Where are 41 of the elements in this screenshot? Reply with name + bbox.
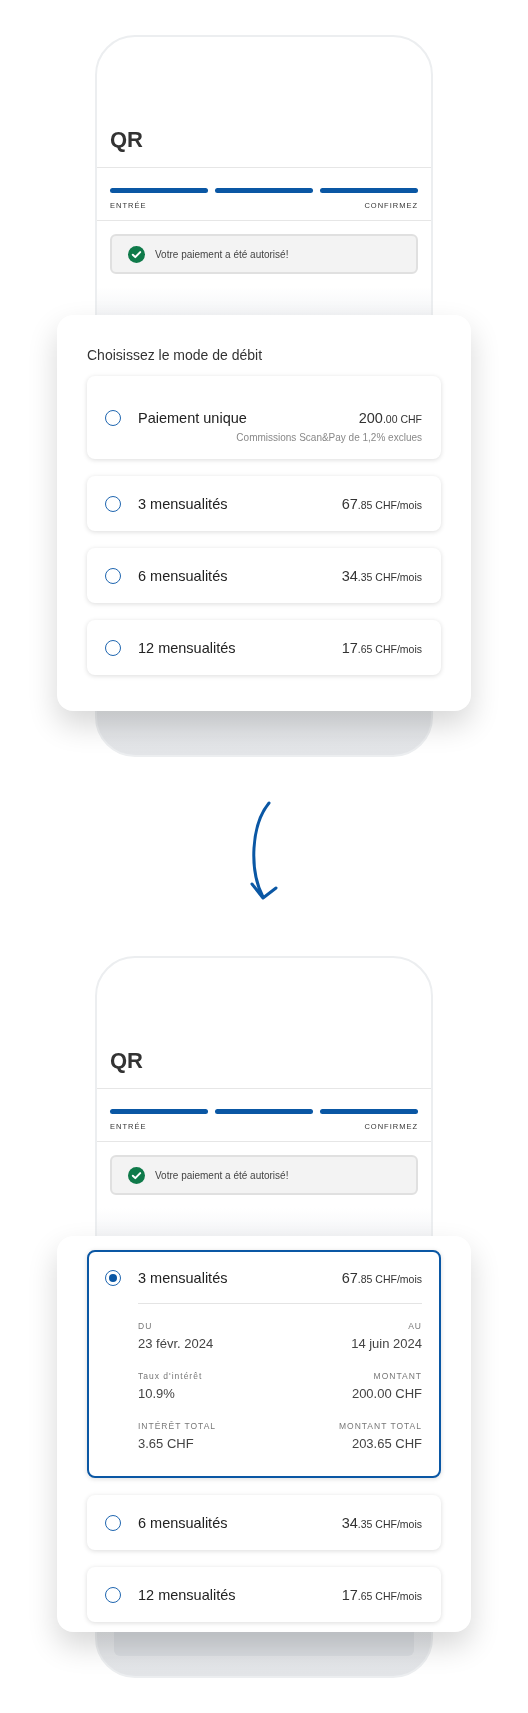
screen-title: QR — [109, 126, 144, 154]
detail-label: MONTANT TOTAL — [337, 1421, 422, 1431]
check-icon — [128, 245, 145, 263]
option-label: 6 mensualités — [138, 1514, 229, 1531]
option-label: 6 mensualités — [138, 567, 229, 584]
option-card[interactable]: 6 mensualités 34.35 CHF/mois — [87, 1495, 441, 1550]
option-amount: 67.85 CHF/mois — [341, 1269, 422, 1286]
detail-label: AU — [407, 1321, 422, 1331]
alert-text: Votre paiement a été autorisé! — [155, 248, 289, 260]
check-icon — [128, 1166, 145, 1184]
option-label: 12 mensualités — [138, 639, 237, 656]
detail-label: MONTANT — [372, 1371, 422, 1381]
detail-label: INTÉRÊT TOTAL — [138, 1421, 218, 1431]
option-amount: 67.85 CHF/mois — [341, 495, 422, 512]
option-amount: 200.00 CHF — [358, 410, 422, 426]
option-card[interactable]: 6 mensualités 34.35 CHF/mois — [87, 548, 441, 603]
option-card[interactable]: Paiement unique 200.00 CHF Commissions Scan&Pay de 1,2% exclues — [87, 376, 441, 459]
screen-title: QR — [109, 1047, 144, 1075]
fee-note: Commissions Scan&Pay de 1,2% exclues — [235, 431, 422, 445]
option-label: Paiement unique — [138, 410, 248, 426]
option-label: 3 mensualités — [138, 1269, 229, 1286]
detail-value: 200.00 CHF — [350, 1386, 422, 1401]
detail-value: 23 févr. 2024 — [138, 1336, 215, 1351]
alert-text: Votre paiement a été autorisé! — [155, 1169, 289, 1181]
detail-label: Taux d'intérêt — [138, 1371, 204, 1381]
detail-value: 3.65 CHF — [138, 1436, 195, 1451]
detail-value: 10.9% — [138, 1386, 176, 1401]
option-amount: 34.35 CHF/mois — [341, 567, 422, 584]
sheet-title: Choisissez le mode de débit — [87, 347, 264, 363]
option-amount: 34.35 CHF/mois — [341, 1514, 422, 1531]
detail-label: DU — [138, 1321, 154, 1331]
option-amount: 17.65 CHF/mois — [341, 1586, 422, 1603]
option-card[interactable]: 3 mensualités 67.85 CHF/mois — [87, 476, 441, 531]
option-amount: 17.65 CHF/mois — [341, 639, 422, 656]
option-label: 3 mensualités — [138, 495, 229, 512]
option-card[interactable]: 12 mensualités 17.65 CHF/mois — [87, 620, 441, 675]
detail-value: 203.65 CHF — [350, 1436, 422, 1451]
option-card[interactable]: 12 mensualités 17.65 CHF/mois — [87, 1567, 441, 1622]
option-label: 12 mensualités — [138, 1586, 237, 1603]
option-card[interactable]: 3 mensualités 67.85 CHF/mois DU 23 févr. 2024 AU 14 juin 2024 Taux d'intérêt 10.9% MONTANT 200.00 CHF INTÉRÊT TOTAL 3.65 CHF MONTANT TOTAL 203.65 CHF — [87, 1250, 441, 1478]
detail-value: 14 juin 2024 — [350, 1336, 422, 1351]
